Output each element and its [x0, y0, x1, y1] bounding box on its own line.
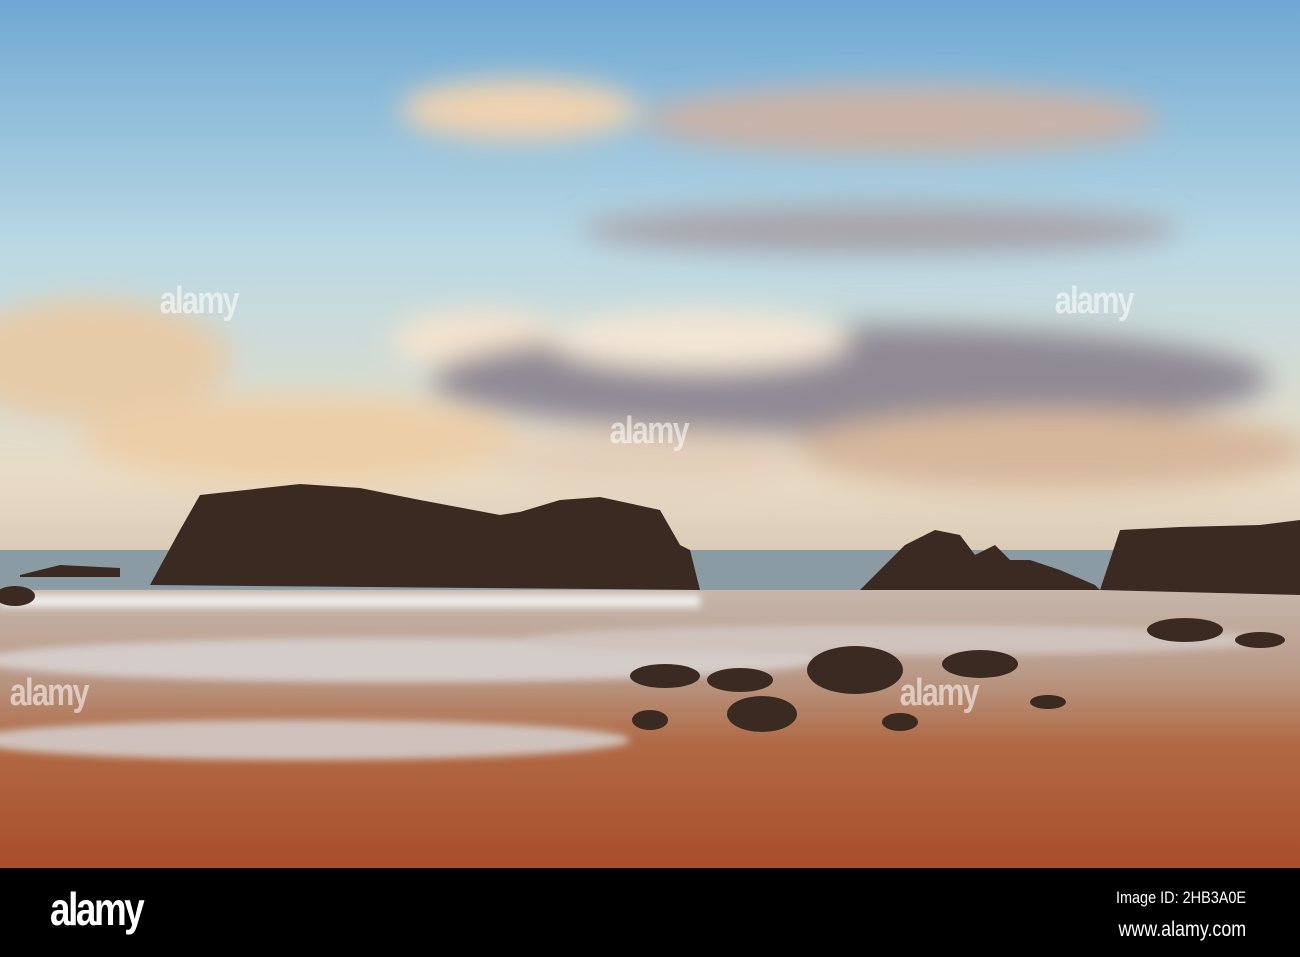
watermark: alamy	[609, 410, 690, 452]
watermark: alamy	[159, 280, 240, 322]
image-id: Image ID: 2HB3A0E	[1115, 888, 1246, 907]
footer-bar: alamy Image ID: 2HB3A0E www.alamy.com	[0, 868, 1300, 957]
alamy-logo: alamy	[50, 883, 145, 935]
watermark: alamy	[9, 672, 90, 714]
watermark: alamy	[1054, 280, 1135, 322]
stock-photo: alamy alamy alamy alamy alamy alamy Imag…	[0, 0, 1300, 957]
site-url: www.alamy.com	[1118, 918, 1246, 941]
watermark: alamy	[899, 672, 980, 714]
